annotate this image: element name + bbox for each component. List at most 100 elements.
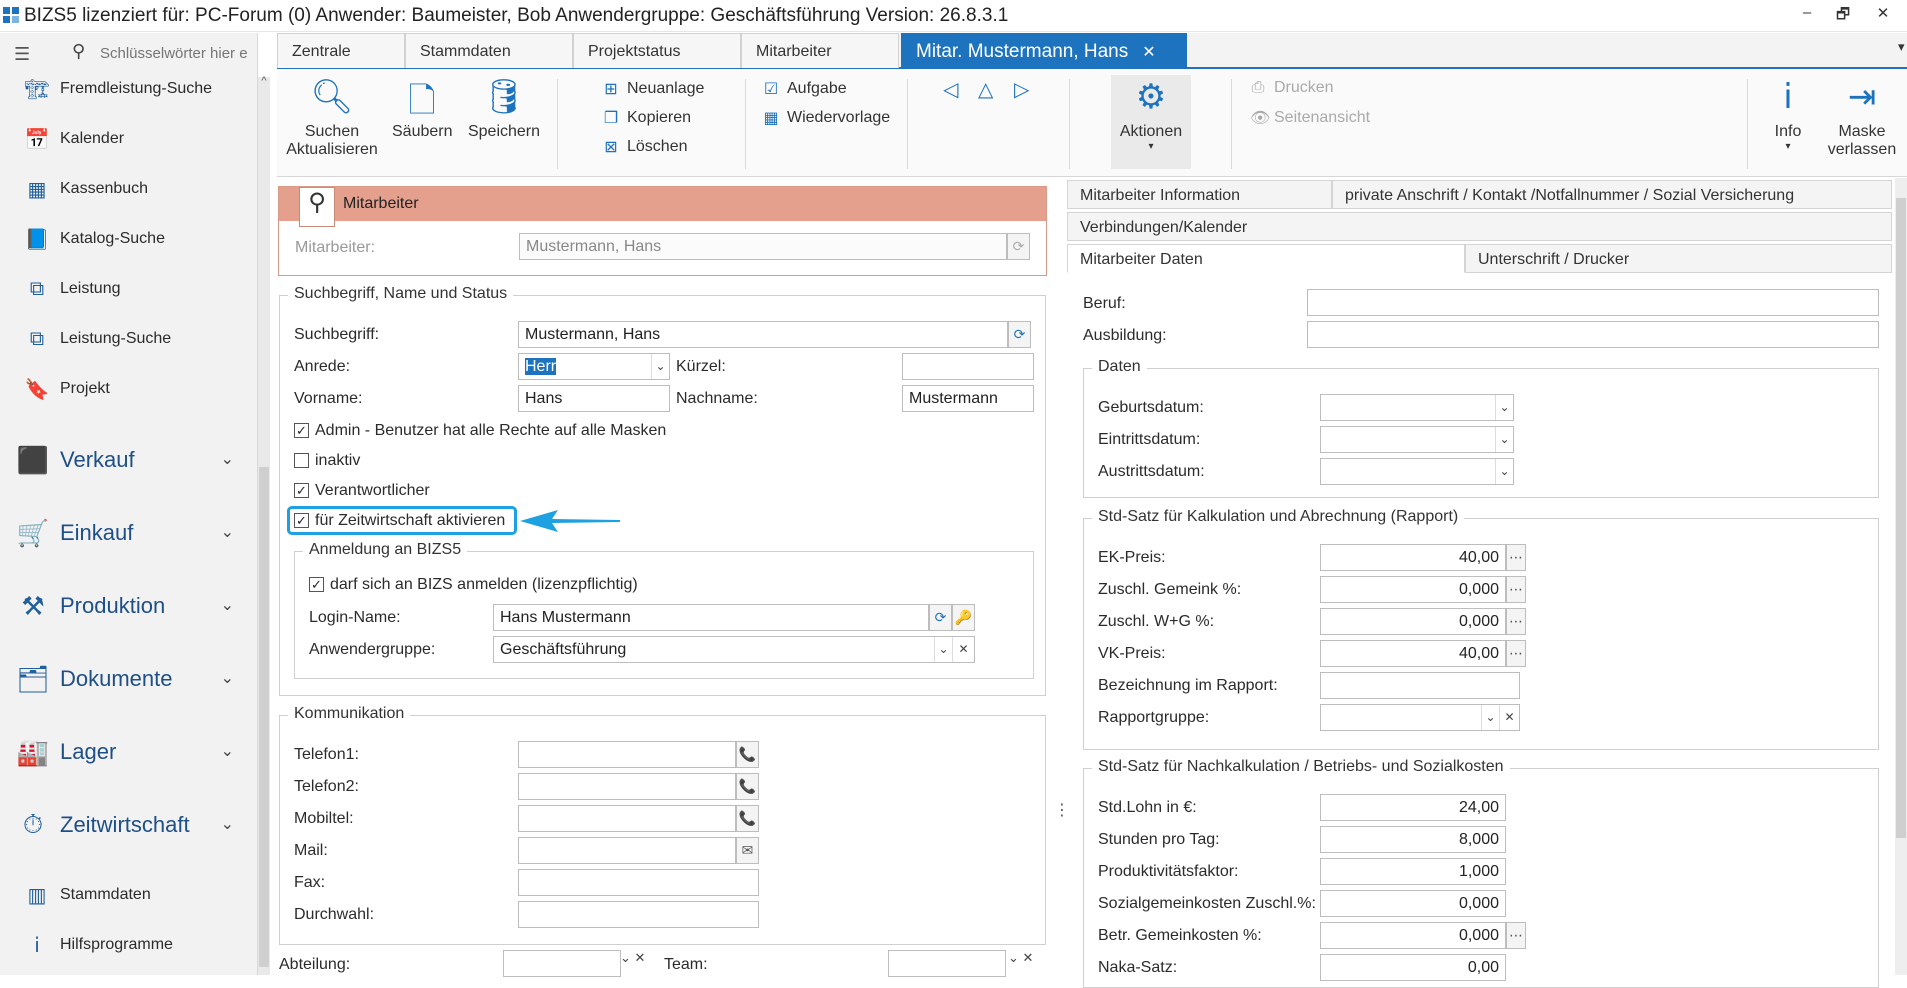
bezeichnung-rapport-input[interactable] (1320, 672, 1520, 699)
wiedervorlage-button[interactable]: ▦ Wiedervorlage (763, 108, 890, 128)
clear-icon[interactable]: ✕ (1023, 950, 1034, 965)
std-lohn-input[interactable]: 24,00 (1320, 794, 1506, 821)
tab-stammdaten[interactable]: Stammdaten (405, 33, 573, 68)
sidebar-item-leistung-suche[interactable]: ⧉ Leistung-Suche (22, 319, 252, 359)
hamburger-menu-icon[interactable]: ☰ (14, 44, 30, 65)
abteilung-select[interactable] (503, 950, 621, 977)
anrede-select[interactable]: Herr ⌄ (518, 353, 670, 380)
inaktiv-checkbox-row[interactable]: inaktiv (294, 448, 1034, 473)
clear-icon[interactable]: ✕ (635, 950, 646, 965)
austrittsdatum-input[interactable]: ⌄ (1320, 458, 1514, 485)
sidebar-group-verkauf[interactable]: ⬛ Verkauf ⌄ (10, 435, 250, 485)
up-record-icon[interactable]: △ (978, 77, 993, 102)
sidebar-item-stammdaten[interactable]: ▥ Stammdaten (22, 875, 252, 915)
betr-gemeinkosten-input[interactable]: 0,000 (1320, 922, 1506, 949)
geburtsdatum-input[interactable]: ⌄ (1320, 394, 1514, 421)
mail-input[interactable] (518, 837, 736, 864)
durchwahl-input[interactable] (518, 901, 759, 928)
verantwortlicher-checkbox-row[interactable]: ✓ Verantwortlicher (294, 478, 1034, 503)
maske-verlassen-button[interactable]: ⇥ Maske verlassen (1822, 77, 1902, 159)
tab-mitarbeiter[interactable]: Mitarbeiter (741, 33, 899, 68)
beruf-input[interactable] (1307, 289, 1879, 316)
sidebar-item-fremdleistung-suche[interactable]: 🏗 Fremdleistung-Suche (22, 69, 252, 109)
clear-icon[interactable]: ✕ (1499, 705, 1519, 730)
drucken-button[interactable]: ⎙ Drucken (1250, 79, 1334, 97)
team-controls[interactable]: ⌄ ✕ (1008, 950, 1046, 975)
sidebar-group-zeitwirtschaft[interactable]: ⏱ Zeitwirtschaft ⌄ (10, 800, 250, 850)
next-record-icon[interactable]: ▷ (1014, 77, 1029, 102)
refresh-icon[interactable]: ⟳ (1008, 321, 1031, 348)
restore-button[interactable]: 🗗 (1829, 4, 1857, 26)
refresh-icon[interactable]: ⟳ (929, 604, 952, 631)
prev-record-icon[interactable]: ◁ (943, 77, 958, 102)
phone-icon[interactable]: 📞 (736, 741, 759, 768)
loeschen-button[interactable]: ⊠ Löschen (603, 137, 687, 157)
rapportgruppe-select[interactable]: ⌄ ✕ (1320, 704, 1520, 731)
mitarbeiter-field[interactable]: Mustermann, Hans (519, 233, 1007, 260)
sidebar-item-kalender[interactable]: 📅 Kalender (22, 119, 252, 159)
vk-preis-input[interactable]: 40,00 (1320, 640, 1506, 667)
sidebar-item-hilfsprogramme[interactable]: ⅰ Hilfsprogramme (22, 925, 252, 965)
neuanlage-button[interactable]: ⊞ Neuanlage (603, 79, 704, 99)
anmelden-checkbox[interactable]: ✓ (309, 577, 324, 592)
search-input[interactable] (100, 41, 258, 65)
envelope-icon[interactable]: ✉ (736, 837, 759, 864)
sidebar-group-produktion[interactable]: ⚒ Produktion ⌄ (10, 581, 250, 631)
tab-mitarbeiter-information[interactable]: Mitarbeiter Information (1067, 180, 1332, 209)
kopieren-button[interactable]: ❐ Kopieren (603, 108, 691, 128)
tab-verbindungen-kalender[interactable]: Verbindungen/Kalender (1067, 212, 1892, 241)
aufgabe-button[interactable]: ☑ Aufgabe (763, 79, 847, 99)
produktivitaetsfaktor-input[interactable]: 1,000 (1320, 858, 1506, 885)
sidebar-group-einkauf[interactable]: 🛒 Einkauf ⌄ (10, 508, 250, 558)
fax-input[interactable] (518, 869, 759, 896)
saeubern-button[interactable]: 🗋 Säubern (392, 77, 453, 141)
sidebar-item-projekt[interactable]: 🔖 Projekt (22, 369, 252, 409)
inaktiv-checkbox[interactable] (294, 453, 309, 468)
abteilung-controls[interactable]: ⌄ ✕ (620, 950, 658, 975)
seitenansicht-button[interactable]: 👁 Seitenansicht (1250, 108, 1370, 128)
more-icon[interactable]: ⋯ (1506, 640, 1526, 667)
zuschl-wg-input[interactable]: 0,000 (1320, 608, 1506, 635)
minimize-button[interactable]: – (1793, 4, 1821, 26)
telefon2-input[interactable] (518, 773, 736, 800)
scroll-up-icon[interactable]: ^ (258, 75, 270, 87)
key-icon[interactable]: 🔑 (952, 604, 975, 631)
kuerzel-input[interactable] (902, 353, 1034, 380)
refresh-icon[interactable]: ⟳ (1007, 233, 1030, 260)
verantwortlicher-checkbox[interactable]: ✓ (294, 483, 309, 498)
ek-preis-input[interactable]: 40,00 (1320, 544, 1506, 571)
eintrittsdatum-input[interactable]: ⌄ (1320, 426, 1514, 453)
ausbildung-input[interactable] (1307, 321, 1879, 348)
anmelden-checkbox-row[interactable]: ✓ darf sich an BIZS anmelden (lizenzpflic… (309, 572, 1021, 597)
suchen-aktualisieren-button[interactable]: 🔍︎ Suchen Aktualisieren (285, 77, 379, 159)
info-button[interactable]: ⅰ Info ▾ (1767, 77, 1809, 152)
more-icon[interactable]: ⋯ (1506, 544, 1526, 571)
more-icon[interactable]: ⋯ (1506, 608, 1526, 635)
tab-zentrale[interactable]: Zentrale (277, 33, 405, 68)
more-icon[interactable]: ⋯ (1506, 576, 1526, 603)
sidebar-scrollbar[interactable] (258, 77, 270, 975)
sidebar-item-kassenbuch[interactable]: ▦ Kassenbuch (22, 169, 252, 209)
phone-icon[interactable]: 📞 (736, 805, 759, 832)
zuschl-gemeink-input[interactable]: 0,000 (1320, 576, 1506, 603)
close-tab-icon[interactable]: ✕ (1142, 44, 1155, 61)
tab-projektstatus[interactable]: Projektstatus (573, 33, 741, 68)
tab-mitarbeiter-mustermann[interactable]: Mitar. Mustermann, Hans ✕ (901, 33, 1187, 68)
right-scrollbar[interactable] (1895, 178, 1907, 975)
phone-icon[interactable]: 📞 (736, 773, 759, 800)
login-input[interactable]: Hans Mustermann (493, 604, 929, 631)
telefon1-input[interactable] (518, 741, 736, 768)
more-icon[interactable]: ⋯ (1506, 922, 1526, 949)
tab-unterschrift-drucker[interactable]: Unterschrift / Drucker (1465, 244, 1892, 273)
sidebar-group-dokumente[interactable]: 🗂 Dokumente ⌄ (10, 654, 250, 704)
naka-satz-input[interactable]: 0,00 (1320, 954, 1506, 981)
admin-checkbox[interactable]: ✓ (294, 423, 309, 438)
close-window-button[interactable]: ✕ (1869, 4, 1897, 26)
sidebar-group-lager[interactable]: 🏭 Lager ⌄ (10, 727, 250, 777)
speichern-button[interactable]: 🛢 Speichern (467, 77, 541, 141)
sozialgemeinkosten-input[interactable]: 0,000 (1320, 890, 1506, 917)
mobiltel-input[interactable] (518, 805, 736, 832)
admin-checkbox-row[interactable]: ✓ Admin - Benutzer hat alle Rechte auf al… (294, 418, 1034, 443)
anwendergruppe-select[interactable]: Geschäftsführung ⌄ ✕ (493, 636, 975, 663)
aktionen-dropdown[interactable]: ⚙ Aktionen ▾ (1111, 75, 1191, 169)
